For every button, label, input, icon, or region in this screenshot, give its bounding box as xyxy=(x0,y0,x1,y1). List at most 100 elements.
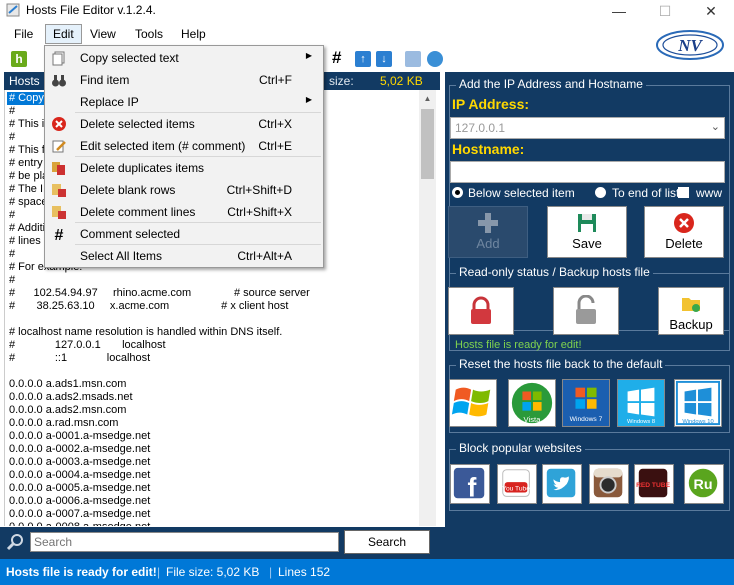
hosts-line[interactable]: 0.0.0.0 a-0005.a-msedge.net xyxy=(9,482,150,495)
hosts-line[interactable]: # xyxy=(9,209,15,222)
hosts-line[interactable]: # xyxy=(9,248,15,261)
hosts-line[interactable]: 0.0.0.0 a-0004.a-msedge.net xyxy=(9,469,150,482)
reset-windows-vista-button[interactable]: Vista xyxy=(508,379,556,427)
unlock-button[interactable] xyxy=(553,287,619,335)
edit-menu-item[interactable]: Delete blank rows Ctrl+Shift+D xyxy=(46,179,322,201)
edit-menu-item-label: Delete duplicates items xyxy=(80,161,205,175)
hosts-line[interactable]: 0.0.0.0 a-0006.a-msedge.net xyxy=(9,495,150,508)
menu-help[interactable]: Help xyxy=(174,24,213,44)
hosts-toolbar-button[interactable]: h xyxy=(11,51,27,67)
block-ru-button[interactable]: Ru xyxy=(684,464,724,504)
menu-separator xyxy=(75,222,321,223)
hosts-line[interactable]: # 102.54.94.97 rhino.acme.com # source s… xyxy=(9,287,310,300)
menu-tools[interactable]: Tools xyxy=(128,24,170,44)
unlock-icon xyxy=(576,294,596,324)
submenu-arrow-icon: ▶ xyxy=(305,95,312,104)
move-up-button[interactable]: ↑ xyxy=(355,51,371,67)
minimize-button[interactable]: — xyxy=(596,0,642,22)
edit-menu-item[interactable]: Delete selected items Ctrl+X xyxy=(46,113,322,135)
windows-10-icon: Windows 10 xyxy=(675,380,721,425)
edit-menu-dropdown: Copy selected text ▶ Find item Ctrl+F Replac… xyxy=(44,45,324,268)
hosts-line[interactable]: 0.0.0.0 a.ads2.msads.net xyxy=(9,391,133,404)
menu-view[interactable]: View xyxy=(83,24,123,44)
edit-menu-item[interactable]: Replace IP ▶ xyxy=(46,91,322,113)
menu-edit[interactable]: Edit xyxy=(45,24,82,44)
comment-lines-icon xyxy=(51,204,67,220)
search-input[interactable] xyxy=(30,532,339,552)
status-file-size: File size: 5,02 KB xyxy=(166,565,260,579)
reset-windows-8-button[interactable]: Windows 8 xyxy=(617,379,665,427)
edit-menu-item[interactable]: Delete comment lines Ctrl+Shift+X xyxy=(46,201,322,223)
hosts-line[interactable]: 0.0.0.0 a-0003.a-msedge.net xyxy=(9,456,150,469)
add-button[interactable]: Add xyxy=(448,206,528,258)
hosts-line[interactable]: # entry xyxy=(9,157,43,170)
comment-toolbar-button[interactable]: # xyxy=(332,48,346,67)
block-youtube-button[interactable]: You Tube xyxy=(497,464,537,504)
fb-text: f xyxy=(467,472,476,502)
block-facebook-button[interactable]: f xyxy=(450,464,490,504)
yt-text: You Tube xyxy=(502,486,530,493)
vertical-scrollbar[interactable]: ▲ xyxy=(419,90,436,526)
edit-menu-item[interactable]: Edit selected item (# comment) Ctrl+E xyxy=(46,135,322,157)
hosts-line[interactable]: # xyxy=(9,105,15,118)
win7-text: Windows 7 xyxy=(570,416,603,423)
chevron-down-icon[interactable]: ⌄ xyxy=(711,120,720,133)
edit-menu-item-shortcut: Ctrl+Shift+X xyxy=(227,205,292,219)
hosts-line[interactable]: # xyxy=(9,131,15,144)
globe-icon[interactable] xyxy=(427,51,443,67)
maximize-button[interactable]: ☐ xyxy=(642,0,688,22)
reset-windows-xp-button[interactable] xyxy=(449,379,497,427)
scroll-thumb[interactable] xyxy=(421,109,434,179)
status-line-count: Lines 152 xyxy=(278,565,331,579)
end-of-list-label: To end of list xyxy=(612,186,680,200)
hosts-line[interactable]: 0.0.0.0 a-0001.a-msedge.net xyxy=(9,430,150,443)
hosts-line-selected[interactable]: # Copy xyxy=(7,92,44,105)
save-button-label: Save xyxy=(572,236,602,251)
hosts-line[interactable]: # 127.0.0.1 localhost xyxy=(9,339,166,352)
close-button[interactable]: ✕ xyxy=(688,0,734,22)
block-instagram-button[interactable] xyxy=(589,464,629,504)
hosts-line[interactable]: # xyxy=(9,274,15,287)
ip-address-select[interactable]: 127.0.0.1 ⌄ xyxy=(450,117,725,139)
search-button[interactable]: Search xyxy=(344,530,430,554)
backup-button[interactable]: Backup xyxy=(658,287,724,335)
edit-menu-item[interactable]: Delete duplicates items xyxy=(46,157,322,179)
edit-menu-item[interactable]: Find item Ctrl+F xyxy=(46,69,322,91)
hosts-line[interactable]: 0.0.0.0 a-0002.a-msedge.net xyxy=(9,443,150,456)
edit-menu-item[interactable]: Copy selected text ▶ xyxy=(46,47,322,69)
hostname-input[interactable] xyxy=(450,161,725,183)
lock-button[interactable] xyxy=(448,287,514,335)
reset-windows-7-button[interactable]: Windows 7 xyxy=(562,379,610,427)
hosts-line[interactable]: # space xyxy=(9,196,48,209)
nv-logo: NV xyxy=(656,30,724,60)
scroll-up-arrow-icon[interactable]: ▲ xyxy=(419,90,436,107)
facebook-icon: f xyxy=(453,467,485,502)
edit-menu-item[interactable]: # Comment selected xyxy=(46,223,322,245)
menu-file[interactable]: File xyxy=(7,24,40,44)
move-down-button[interactable]: ↓ xyxy=(376,51,392,67)
block-redtube-button[interactable]: RED TUBE xyxy=(634,464,674,504)
hosts-line[interactable]: # lines xyxy=(9,235,41,248)
hosts-line[interactable]: # ::1 localhost xyxy=(9,352,150,365)
www-label: www xyxy=(696,186,722,200)
delete-button[interactable]: Delete xyxy=(644,206,724,258)
edit-menu-item-label: Edit selected item (# comment) xyxy=(80,139,246,153)
hosts-line[interactable]: # 38.25.63.10 x.acme.com # x client host xyxy=(9,300,288,313)
hosts-line[interactable]: 0.0.0.0 a.ads1.msn.com xyxy=(9,378,126,391)
www-checkbox[interactable] xyxy=(678,187,689,198)
edit-menu-item[interactable]: Select All Items Ctrl+Alt+A xyxy=(46,245,322,267)
hosts-line[interactable]: 0.0.0.0 a-0008.a-msedge.net xyxy=(9,521,150,526)
hosts-line[interactable]: 0.0.0.0 a-0007.a-msedge.net xyxy=(9,508,150,521)
hosts-line[interactable]: 0.0.0.0 a.rad.msn.com xyxy=(9,417,118,430)
reset-windows-10-button[interactable]: Windows 10 xyxy=(674,379,722,427)
menu-bar: File Edit View Tools Help xyxy=(0,22,734,46)
computer-icon[interactable] xyxy=(405,51,421,67)
hosts-line[interactable]: 0.0.0.0 a.ads2.msn.com xyxy=(9,404,126,417)
windows-xp-icon xyxy=(451,387,491,417)
block-twitter-button[interactable] xyxy=(542,464,582,504)
below-selected-radio[interactable] xyxy=(452,187,463,198)
twitter-icon xyxy=(546,468,576,498)
save-button[interactable]: Save xyxy=(547,206,627,258)
hosts-line[interactable]: # localhost name resolution is handled w… xyxy=(9,326,282,339)
end-of-list-radio[interactable] xyxy=(595,187,606,198)
